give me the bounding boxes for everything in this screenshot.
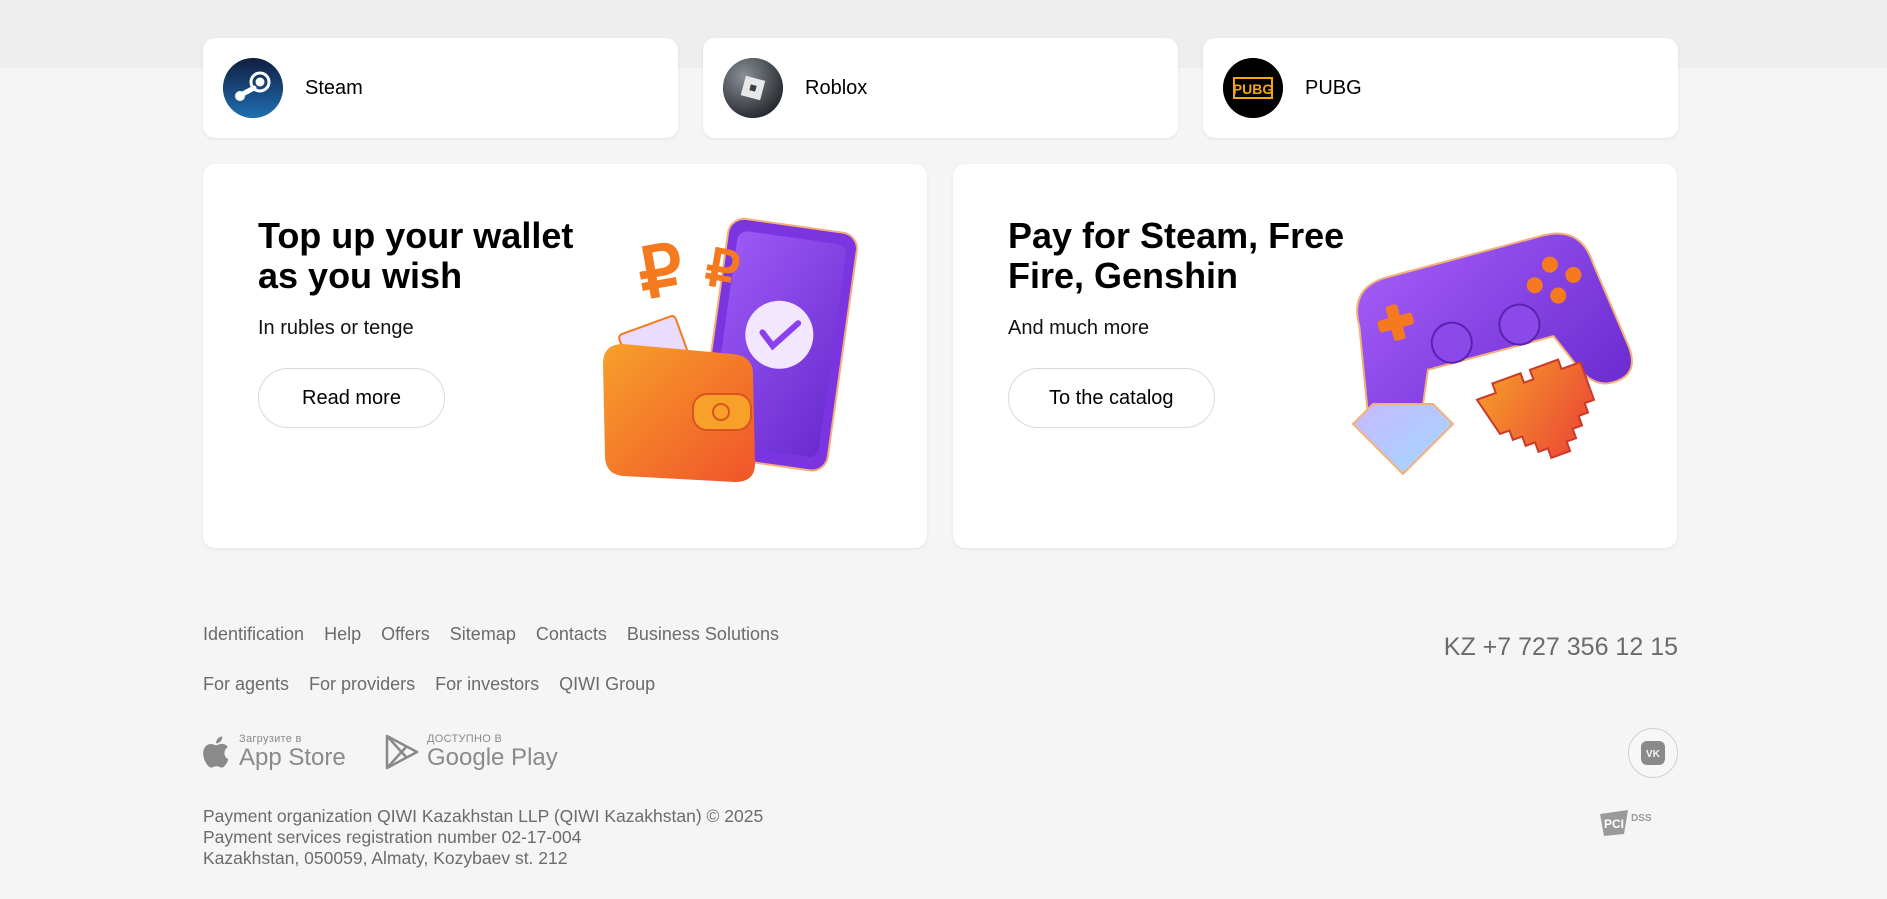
svg-text:₽: ₽: [632, 229, 689, 314]
read-more-button[interactable]: Read more: [258, 368, 445, 428]
footer-link-help[interactable]: Help: [324, 624, 361, 645]
steam-logo-icon: [223, 58, 283, 118]
support-phone[interactable]: KZ +7 727 356 12 15: [1444, 633, 1678, 662]
legal-line-registration: Payment services registration number 02-…: [203, 827, 582, 847]
legal-line-address: Kazakhstan, 050059, Almaty, Kozybaev st.…: [203, 848, 568, 868]
service-card-roblox[interactable]: Roblox: [703, 38, 1178, 138]
legal-info: Payment organization QIWI Kazakhstan LLP…: [203, 806, 763, 869]
service-name: Steam: [305, 76, 363, 99]
promo-subtitle: And much more: [1008, 317, 1150, 339]
google-play-icon: [385, 734, 419, 770]
footer-link-for-agents[interactable]: For agents: [203, 674, 289, 695]
promo-title: Pay for Steam, Free Fire, Genshin: [1008, 215, 1345, 296]
vk-label: VK: [1646, 749, 1661, 760]
google-play-label: Google Play: [427, 744, 558, 771]
wallet-phone-illustration: ₽ ₽: [603, 217, 858, 482]
vk-button[interactable]: VK: [1628, 728, 1678, 778]
pci-label: PCI: [1604, 817, 1624, 831]
promo-subtitle: In rubles or tenge: [258, 317, 414, 339]
app-store-badge[interactable]: Загрузите в App Store: [203, 733, 346, 771]
roblox-logo-icon: [723, 58, 783, 118]
footer-link-qiwi-group[interactable]: QIWI Group: [559, 674, 655, 695]
footer-link-contacts[interactable]: Contacts: [536, 624, 607, 645]
app-store-label: App Store: [239, 744, 346, 771]
service-card-pubg[interactable]: PUBG PUBG: [1203, 38, 1678, 138]
service-name: Roblox: [805, 76, 868, 99]
pubg-logo-icon: PUBG: [1223, 58, 1283, 118]
footer-link-offers[interactable]: Offers: [381, 624, 430, 645]
pubg-logo-text: PUBG: [1233, 81, 1274, 97]
legal-line-company: Payment organization QIWI Kazakhstan LLP…: [203, 806, 764, 826]
service-card-steam[interactable]: Steam: [203, 38, 678, 138]
dss-label: DSS: [1631, 813, 1652, 824]
promo-title: Top up your wallet as you wish: [258, 215, 574, 296]
footer-links-primary: Identification Help Offers Sitemap Conta…: [203, 624, 799, 645]
pci-dss-badge: PCI DSS: [1600, 810, 1652, 836]
vk-icon: VK: [1641, 741, 1665, 765]
footer-link-for-providers[interactable]: For providers: [309, 674, 415, 695]
google-play-badge[interactable]: ДОСТУПНО В Google Play: [385, 733, 558, 771]
gamepad-illustration: [1351, 232, 1633, 476]
footer-link-identification[interactable]: Identification: [203, 624, 304, 645]
footer-link-business-solutions[interactable]: Business Solutions: [627, 624, 779, 645]
promo-card-games: Pay for Steam, Free Fire, Genshin And mu…: [953, 164, 1677, 548]
footer-links-secondary: For agents For providers For investors Q…: [203, 674, 675, 695]
to-the-catalog-button[interactable]: To the catalog: [1008, 368, 1215, 428]
footer-link-sitemap[interactable]: Sitemap: [450, 624, 516, 645]
apple-icon: [203, 736, 229, 768]
promo-card-wallet: Top up your wallet as you wish In rubles…: [203, 164, 927, 548]
footer-link-for-investors[interactable]: For investors: [435, 674, 539, 695]
service-name: PUBG: [1305, 76, 1362, 99]
